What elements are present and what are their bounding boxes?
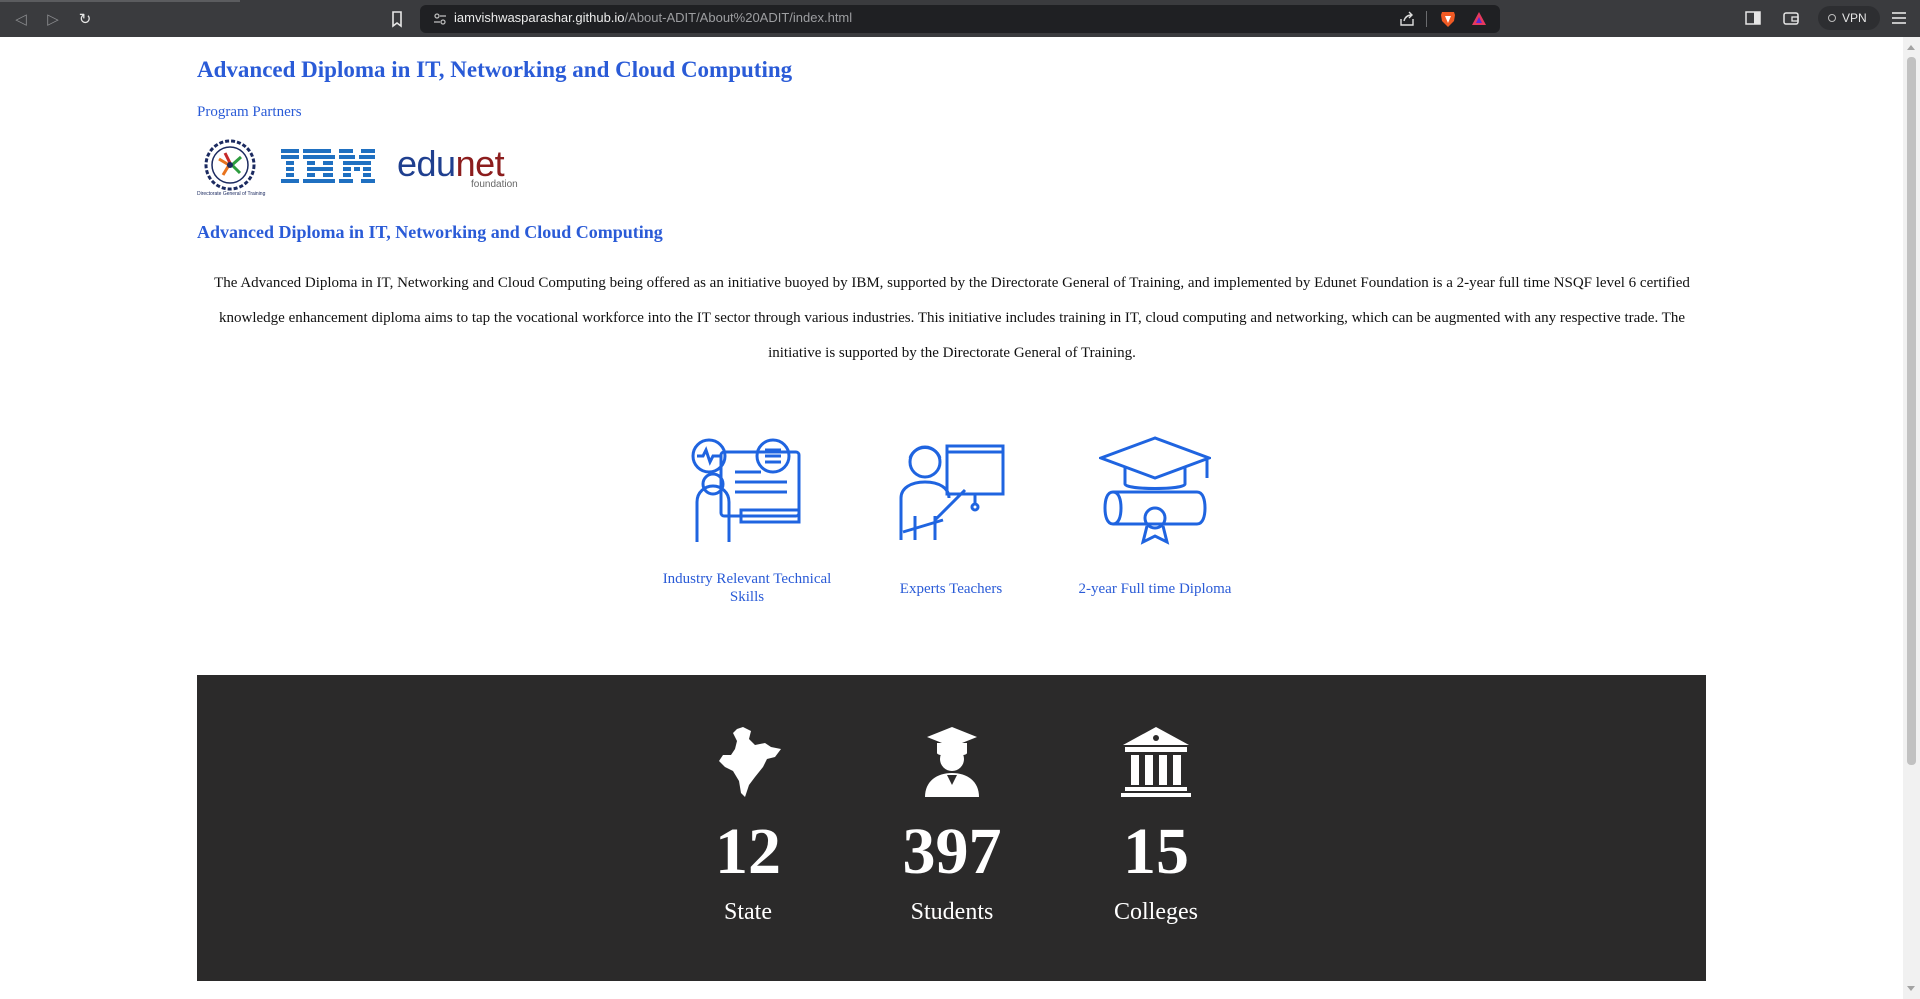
edunet-logo-text-a: edu bbox=[397, 143, 456, 184]
page-title: Advanced Diploma in IT, Networking and C… bbox=[197, 57, 793, 82]
stat-label: Colleges bbox=[1114, 899, 1198, 925]
program-description: The Advanced Diploma in IT, Networking a… bbox=[214, 275, 1690, 361]
vpn-label: VPN bbox=[1842, 11, 1867, 25]
scroll-up-arrow-icon[interactable] bbox=[1907, 45, 1915, 50]
url-path: /About-ADIT/About%20ADIT/index.html bbox=[624, 10, 853, 25]
back-icon[interactable]: ◁ bbox=[10, 8, 32, 30]
stat-colleges: 15 Colleges bbox=[1056, 675, 1256, 981]
scrollbar-thumb[interactable] bbox=[1907, 57, 1916, 765]
vpn-status-icon bbox=[1828, 14, 1836, 22]
tab-strip bbox=[0, 0, 240, 2]
brave-rewards-icon[interactable] bbox=[1470, 10, 1488, 28]
forward-icon[interactable]: ▷ bbox=[42, 8, 64, 30]
bookmark-icon[interactable] bbox=[386, 8, 408, 30]
india-map-icon bbox=[719, 727, 781, 797]
feature-diploma: 2-year Full time Diploma bbox=[1055, 436, 1255, 616]
college-building-icon bbox=[1121, 727, 1191, 797]
brave-shields-icon[interactable] bbox=[1438, 9, 1458, 29]
wallet-icon[interactable] bbox=[1782, 9, 1800, 27]
feature-label: Industry Relevant Technical Skills bbox=[662, 571, 832, 605]
edunet-logo-text-b: net bbox=[455, 143, 505, 184]
divider bbox=[1426, 11, 1427, 27]
ibm-logo bbox=[281, 149, 375, 183]
stat-state: 12 State bbox=[648, 675, 848, 981]
scroll-down-arrow-icon[interactable] bbox=[1907, 986, 1915, 991]
feature-label: 2-year Full time Diploma bbox=[1078, 581, 1232, 597]
graduation-diploma-icon bbox=[1099, 436, 1211, 545]
feature-label: Experts Teachers bbox=[899, 581, 1003, 597]
sidebar-toggle-icon[interactable] bbox=[1744, 9, 1762, 27]
stats-panel: 12 State 397 Students 15 Colleges bbox=[197, 675, 1706, 981]
partner-logos: Directorate General of Training edunet f… bbox=[197, 135, 537, 203]
stat-students: 397 Students bbox=[852, 675, 1052, 981]
url-host: iamvishwasparashar.github.io bbox=[454, 10, 625, 25]
program-partners-label: Program Partners bbox=[197, 104, 302, 120]
dgt-caption: Directorate General of Training bbox=[197, 191, 266, 197]
stat-value: 12 bbox=[715, 815, 781, 888]
teacher-icon bbox=[899, 444, 1005, 540]
dgt-logo bbox=[204, 139, 256, 191]
url-text[interactable]: iamvishwasparashar.github.io/About-ADIT/… bbox=[454, 10, 852, 25]
hamburger-menu-icon[interactable] bbox=[1890, 9, 1908, 27]
edunet-logo-sub: foundation bbox=[471, 179, 518, 190]
technical-skills-icon bbox=[691, 438, 801, 542]
page-scrollbar[interactable] bbox=[1903, 37, 1920, 999]
share-icon[interactable] bbox=[1398, 10, 1416, 28]
vpn-button[interactable]: VPN bbox=[1818, 6, 1880, 30]
site-settings-icon[interactable] bbox=[432, 11, 448, 27]
browser-toolbar: ◁ ▷ ↻ iamvishwasparashar.github.io/About… bbox=[0, 0, 1920, 37]
feature-expert-teachers: Experts Teachers bbox=[851, 436, 1051, 616]
student-icon bbox=[925, 727, 979, 797]
reload-icon[interactable]: ↻ bbox=[74, 8, 96, 30]
stat-label: State bbox=[724, 899, 772, 925]
address-bar[interactable]: iamvishwasparashar.github.io/About-ADIT/… bbox=[420, 5, 1500, 33]
feature-technical-skills: Industry Relevant Technical Skills bbox=[647, 436, 847, 616]
section-title: Advanced Diploma in IT, Networking and C… bbox=[197, 222, 663, 242]
stat-value: 15 bbox=[1123, 815, 1189, 888]
stat-value: 397 bbox=[902, 815, 1002, 888]
stat-label: Students bbox=[910, 899, 994, 925]
